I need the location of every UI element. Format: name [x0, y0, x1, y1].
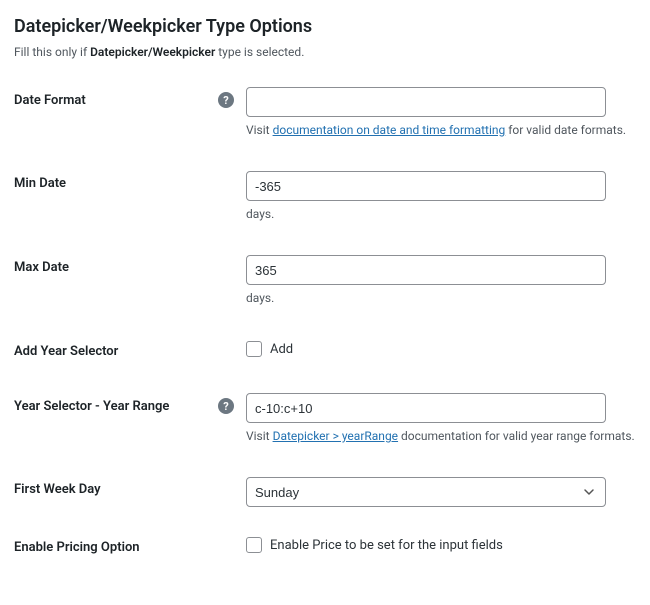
enable-pricing-check-label: Enable Price to be set for the input fie…: [270, 538, 503, 553]
max-date-input[interactable]: [246, 255, 606, 285]
enable-pricing-checkbox[interactable]: [246, 537, 262, 553]
section-heading: Datepicker/Weekpicker Type Options: [14, 16, 636, 37]
add-year-selector-check-label: Add: [270, 342, 293, 357]
add-year-selector-label: Add Year Selector: [14, 344, 118, 359]
date-format-hint: Visit documentation on date and time for…: [246, 123, 636, 137]
max-date-label: Max Date: [14, 260, 69, 275]
help-icon[interactable]: ?: [218, 398, 234, 414]
min-date-label: Min Date: [14, 176, 66, 191]
enable-pricing-label: Enable Pricing Option: [14, 540, 140, 555]
add-year-selector-checkbox[interactable]: [246, 341, 262, 357]
year-range-label: Year Selector - Year Range: [14, 399, 169, 414]
date-format-input[interactable]: [246, 87, 606, 117]
year-range-input[interactable]: [246, 393, 606, 423]
help-icon[interactable]: ?: [218, 92, 234, 108]
section-subtitle: Fill this only if Datepicker/Weekpicker …: [14, 45, 636, 59]
date-format-label: Date Format: [14, 93, 86, 108]
first-week-day-label: First Week Day: [14, 482, 101, 497]
first-week-day-select[interactable]: Sunday: [246, 477, 606, 507]
min-date-input[interactable]: [246, 171, 606, 201]
min-date-hint: days.: [246, 207, 636, 221]
year-range-doc-link[interactable]: Datepicker > yearRange: [273, 429, 398, 443]
max-date-hint: days.: [246, 291, 636, 305]
date-format-doc-link[interactable]: documentation on date and time formattin…: [273, 123, 506, 137]
year-range-hint: Visit Datepicker > yearRange documentati…: [246, 429, 636, 443]
